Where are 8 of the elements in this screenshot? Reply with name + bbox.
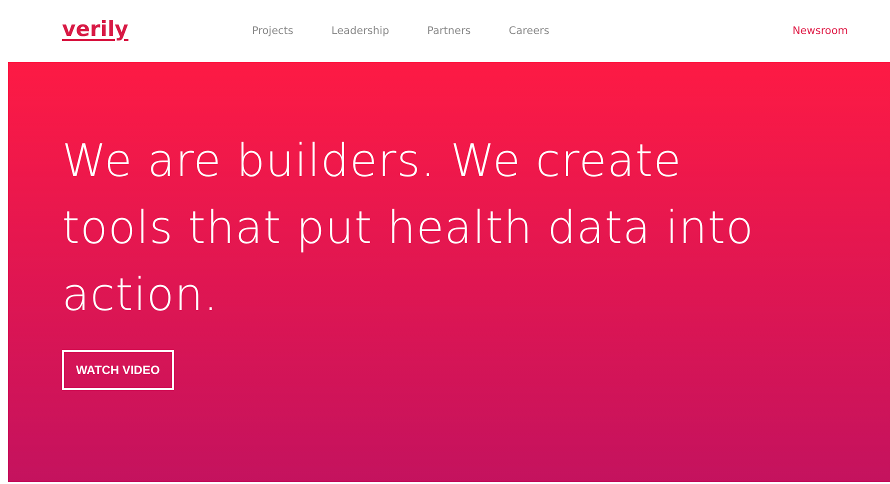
nav-link[interactable]: Careers [508,25,550,37]
nav-link[interactable]: Leadership [331,25,390,37]
logo[interactable]: verily [62,17,252,41]
nav-link[interactable]: Newsroom [792,25,848,37]
nav-link[interactable]: Partners [427,25,471,37]
headline: We are builders. We create tools that put health data into action. [62,133,755,323]
nav-link[interactable]: Projects [252,25,294,37]
watch-video-button[interactable]: WATCH VIDEO [62,350,174,390]
